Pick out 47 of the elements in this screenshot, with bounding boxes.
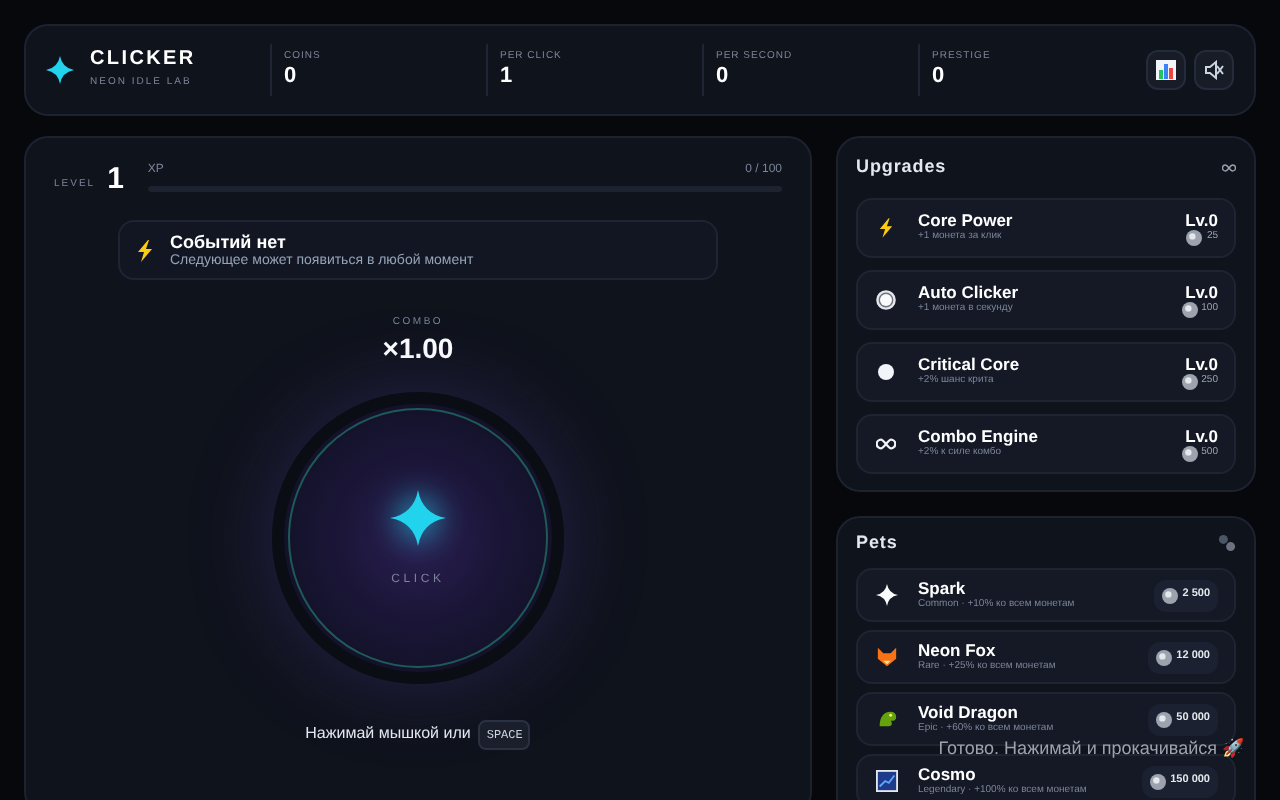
upgrade-name: Auto Clicker <box>918 281 1021 302</box>
dot-icon <box>874 363 898 379</box>
combo-value: ×1.00 <box>382 331 454 363</box>
radio-ring-icon <box>874 289 898 309</box>
stat-value: 0 <box>932 64 947 91</box>
panel-title: Upgrades <box>856 154 947 180</box>
upgrade-name: Combo Engine <box>918 425 1040 446</box>
event-title: Событий нет <box>170 231 288 251</box>
upgrade-name: Core Power <box>918 209 1015 230</box>
coin-icon <box>1156 711 1173 727</box>
coin-icon <box>1181 301 1198 317</box>
stat-value: 1 <box>500 64 515 91</box>
stats-button[interactable] <box>1146 50 1186 90</box>
app-title: CLICKER <box>90 48 196 73</box>
stat-value: 0 <box>284 64 299 91</box>
panel-title: Pets <box>856 529 898 555</box>
upgrade-level: Lv.0 <box>1185 353 1218 373</box>
hint-text: Нажимай мышкой или <box>305 722 471 746</box>
sparkle-icon <box>874 584 898 606</box>
upgrade-level: Lv.0 <box>1185 425 1218 445</box>
sound-button[interactable] <box>1194 50 1234 90</box>
fox-icon <box>874 646 898 668</box>
lightning-icon <box>874 217 898 237</box>
pet-name: Spark <box>918 577 968 598</box>
lightning-icon <box>136 239 154 261</box>
bar-chart-icon <box>1156 60 1176 80</box>
coin-icon <box>1156 649 1173 665</box>
sparkle-logo-icon <box>46 56 74 84</box>
infinity-icon <box>874 437 898 449</box>
coin-icon <box>1150 773 1167 789</box>
coin-icon <box>1181 445 1198 461</box>
upgrade-level: Lv.0 <box>1185 281 1218 301</box>
pet-name: Void Dragon <box>918 701 1020 722</box>
coin-icon <box>1162 587 1179 603</box>
dragon-icon <box>874 708 898 730</box>
level-value: 1 <box>107 164 124 196</box>
muted-speaker-icon <box>1204 60 1224 80</box>
upgrade-name: Critical Core <box>918 353 1022 374</box>
stat-value: 0 <box>716 64 731 91</box>
pet-name: Neon Fox <box>918 639 998 660</box>
coin-icon <box>1181 373 1198 389</box>
upgrade-level: Lv.0 <box>1185 209 1218 229</box>
sparkle-icon <box>390 489 446 545</box>
infinity-icon <box>1222 163 1236 172</box>
framed-chart-icon <box>874 770 898 792</box>
coin-icon <box>1186 229 1203 245</box>
pet-name: Cosmo <box>918 763 978 784</box>
